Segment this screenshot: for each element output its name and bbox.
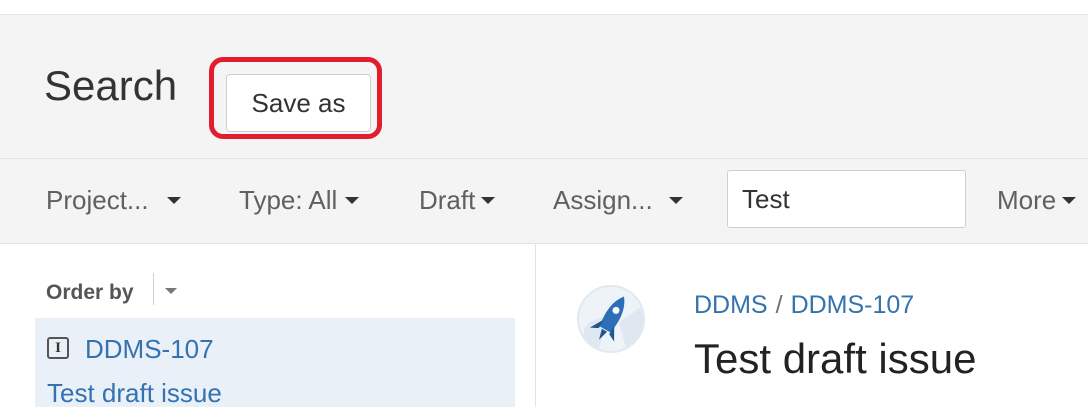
order-by-dropdown-icon[interactable] (165, 288, 177, 294)
more-filter-label: More (997, 185, 1057, 215)
project-filter-label: Project... (46, 185, 149, 215)
chevron-down-icon (481, 197, 496, 204)
order-by-label: Order by (46, 281, 134, 304)
order-by-divider (153, 273, 154, 305)
status-filter-label: Draft (419, 185, 476, 215)
chevron-down-icon (345, 197, 360, 204)
chevron-down-icon (1062, 197, 1077, 204)
breadcrumb: DDMS / DDMS-107 (694, 291, 914, 320)
project-avatar (577, 285, 645, 353)
top-strip (0, 0, 1088, 8)
filter-bar: Project... Type: All Draft Assign... Mor… (0, 159, 1088, 244)
text-search-input[interactable] (727, 170, 966, 228)
type-filter-label: Type: All (239, 185, 338, 215)
type-filter[interactable]: Type: All (239, 185, 360, 216)
rocket-icon (579, 287, 643, 351)
assignee-filter[interactable]: Assign... (553, 185, 683, 216)
more-filter[interactable]: More (997, 185, 1077, 216)
page-title: Search (44, 62, 178, 109)
assignee-filter-label: Assign... (553, 185, 653, 215)
breadcrumb-issue-link[interactable]: DDMS-107 (791, 291, 915, 319)
list-item[interactable]: I DDMS-107 Test draft issue (35, 318, 515, 409)
search-header: Search Save as (0, 15, 1088, 159)
chevron-down-icon (668, 197, 683, 204)
project-filter[interactable]: Project... (46, 185, 181, 216)
issue-type-icon: I (47, 337, 69, 359)
result-issue-summary[interactable]: Test draft issue (47, 378, 222, 409)
breadcrumb-project-link[interactable]: DDMS (694, 291, 768, 319)
status-filter[interactable]: Draft (419, 185, 496, 216)
issue-title: Test draft issue (694, 335, 977, 382)
save-as-button[interactable]: Save as (226, 74, 371, 132)
chevron-down-icon (166, 197, 181, 204)
breadcrumb-separator: / (775, 291, 783, 319)
results-panel: Order by I DDMS-107 Test draft issue (0, 244, 536, 409)
result-issue-key[interactable]: DDMS-107 (85, 334, 214, 365)
